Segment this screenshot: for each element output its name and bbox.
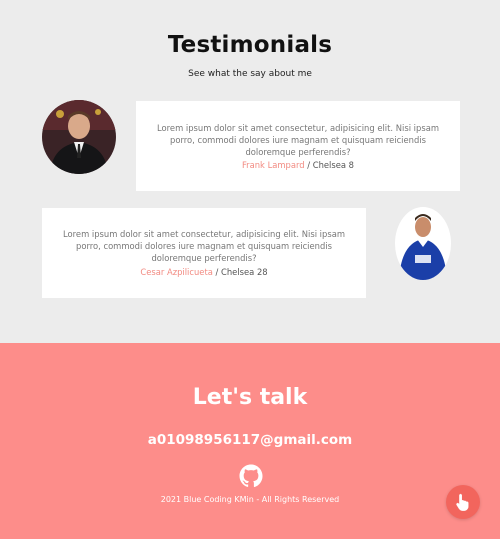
testimonial-author-team: / Chelsea 8 xyxy=(304,160,355,170)
testimonial-text: Lorem ipsum dolor sit amet consectetur, … xyxy=(63,229,345,263)
testimonial-text: Lorem ipsum dolor sit amet consectetur, … xyxy=(157,123,439,157)
testimonial-author-team: / Chelsea 28 xyxy=(212,267,268,277)
hand-pointer-icon xyxy=(456,493,469,511)
hand-pointer-button[interactable] xyxy=(446,485,480,519)
testimonial-card: Lorem ipsum dolor sit amet consectetur, … xyxy=(42,208,366,298)
avatar-frank-lampard xyxy=(42,100,116,174)
testimonials-section: Testimonials See what the say about me L… xyxy=(0,0,500,343)
testimonials-title: Testimonials xyxy=(167,32,333,58)
testimonial-author-name[interactable]: Frank Lampard xyxy=(242,160,305,170)
testimonial-card: Lorem ipsum dolor sit amet consectetur, … xyxy=(136,101,460,191)
testimonial-author-line: Frank Lampard / Chelsea 8 xyxy=(136,160,460,170)
avatar-cesar-azpilicueta xyxy=(395,207,451,280)
github-icon[interactable] xyxy=(239,464,263,488)
footer-title: Let's talk xyxy=(192,385,308,410)
contact-footer: Let's talk a01098956117@gmail.com 2021 B… xyxy=(0,343,500,539)
testimonial-author-name[interactable]: Cesar Azpilicueta xyxy=(140,267,213,277)
copyright-text: 2021 Blue Coding KMin - All Rights Reser… xyxy=(160,495,340,504)
testimonial-author-line: Cesar Azpilicueta / Chelsea 28 xyxy=(42,267,366,277)
testimonials-subtitle: See what the say about me xyxy=(188,69,312,79)
contact-email[interactable]: a01098956117@gmail.com xyxy=(0,432,500,448)
